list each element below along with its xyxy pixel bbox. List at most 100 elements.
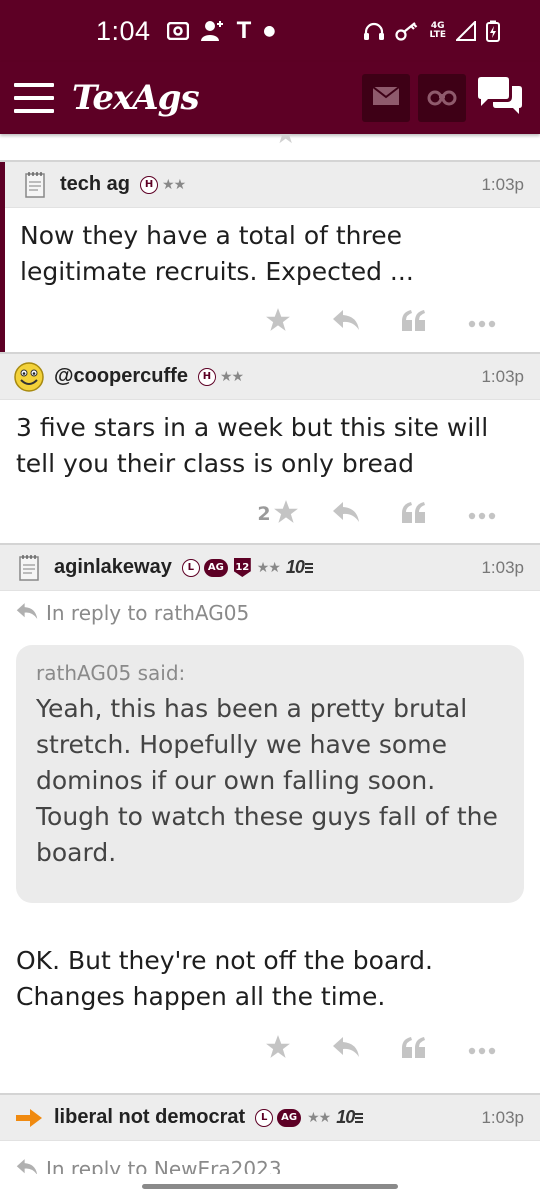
post-time: 1:03p [481,366,524,386]
t-mobile-icon: T [236,17,252,44]
reply-icon [16,601,38,625]
badge-ag: AG [277,1108,302,1127]
mail-button[interactable] [362,74,410,122]
post-body: OK. But they're not off the board. Chang… [16,946,433,1011]
quote-button[interactable] [380,309,448,335]
quote-icon [401,1036,427,1062]
quote-button[interactable] [380,501,448,527]
chat-bubbles-icon [476,76,524,120]
quote-text: Yeah, this has been a pretty brutal stre… [36,694,498,867]
reply-to-text: In reply to rathAG05 [46,601,250,625]
menu-icon[interactable] [14,83,54,113]
reply-icon [16,1157,38,1174]
badge-ag: AG [203,558,228,577]
navigation-gesture-area [0,1174,540,1200]
rank-stars: ★★ [307,1109,331,1126]
post-actions: 2 [0,482,540,546]
post-time: 1:03p [481,557,524,577]
more-dots-icon [468,313,496,332]
signal-icon [456,21,476,41]
star-count: 2 [257,503,271,525]
post: tech ag H ★★ 1:03p Now they have a total… [0,162,540,354]
badge-12th-man-shield: 12 [233,558,251,577]
gesture-handle[interactable] [142,1184,398,1189]
quote-icon [401,501,427,527]
key-icon [395,21,419,41]
status-notification-icons: T ● [166,17,276,45]
status-time: 1:04 [96,15,151,46]
smiley-face-icon[interactable] [12,360,46,394]
reply-to-text: In reply to NewEra2023 [46,1157,282,1174]
notepad-icon[interactable] [18,168,52,202]
more-button[interactable] [448,313,516,332]
app-bar: TexAgs [0,62,540,134]
badge-h: H [197,367,216,386]
status-system-icons: 4G LTE [363,20,500,42]
star-button[interactable]: 2 [244,499,312,529]
notepad-icon[interactable] [12,551,46,585]
username[interactable]: liberal not democrat [54,1106,245,1129]
battery-charging-icon [486,20,500,42]
thread-feed[interactable]: ★ ❝ tech ag H ★★ 1:03p Now they have a t… [0,134,540,1174]
binoculars-icon [427,86,457,110]
reply-icon [332,309,360,335]
post-header: liberal not democrat L AG ★★ 10 1:03p [0,1095,540,1141]
texags-logo[interactable]: TexAgs [72,78,200,118]
post-header: tech ag H ★★ 1:03p [0,162,540,208]
username[interactable]: tech ag [60,173,130,196]
reply-to-link[interactable]: In reply to rathAG05 [0,591,540,633]
cast-icon [166,22,189,40]
post-time: 1:03p [481,1107,524,1127]
reply-button[interactable] [312,501,380,527]
reply-icon [332,501,360,527]
username[interactable]: @coopercuffe [54,365,188,388]
reply-button[interactable] [312,309,380,335]
post-time: 1:03p [481,174,524,194]
star-icon [273,499,299,529]
username[interactable]: aginlakeway [54,556,172,579]
data-arrows-icon: 4G LTE [429,21,446,40]
star-icon: ★ [274,134,298,150]
post-header: aginlakeway L AG 12 ★★ 10 1:03p [0,545,540,591]
badge-h: H [140,175,159,194]
quote-icon: ❝ [410,134,424,150]
chat-button[interactable] [474,74,526,122]
rank-stars: ★★ [219,368,244,385]
reply-icon [332,1036,360,1062]
post: aginlakeway L AG 12 ★★ 10 1:03p In reply… [0,545,540,1095]
status-bar: 1:04 T ● 4G LTE [0,0,540,62]
star-button[interactable] [244,307,312,337]
post-header: @coopercuffe H ★★ 1:03p [0,354,540,400]
rank-stars: ★★ [256,559,281,576]
badge-l: L [181,558,200,577]
mail-icon [372,86,400,110]
headphones-icon [363,21,385,41]
quote-author: rathAG05 said: [36,661,186,685]
reply-button[interactable] [312,1036,380,1062]
binoculars-button[interactable] [418,74,466,122]
post-body: Now they have a total of three legitimat… [20,221,414,286]
post: @coopercuffe H ★★ 1:03p 3 five stars in … [0,354,540,545]
more-dots-icon [468,505,496,524]
more-button[interactable] [448,1040,516,1059]
badge-l: L [255,1108,274,1127]
quote-button[interactable] [380,1036,448,1062]
tenx-badge: 10 [286,557,313,578]
star-icon [265,307,291,337]
post-actions [0,1017,540,1081]
reply-to-link[interactable]: In reply to NewEra2023 [0,1141,540,1174]
rank-stars: ★★ [162,176,186,193]
tenx-badge: 10 [336,1107,364,1128]
dot-icon: ● [263,23,276,39]
star-button[interactable] [244,1034,312,1064]
post-body: 3 five stars in a week but this site wil… [16,413,489,478]
person-add-icon [200,20,225,42]
quote-block: rathAG05 said: Yeah, this has been a pre… [16,645,524,903]
star-icon [265,1034,291,1064]
more-button[interactable] [448,505,516,524]
more-dots-icon [468,1040,496,1059]
previous-post-actions-partial: ★ ❝ [0,134,540,162]
arrow-right-icon[interactable] [12,1101,46,1135]
post: liberal not democrat L AG ★★ 10 1:03p In… [0,1095,540,1174]
post-actions [0,290,540,354]
